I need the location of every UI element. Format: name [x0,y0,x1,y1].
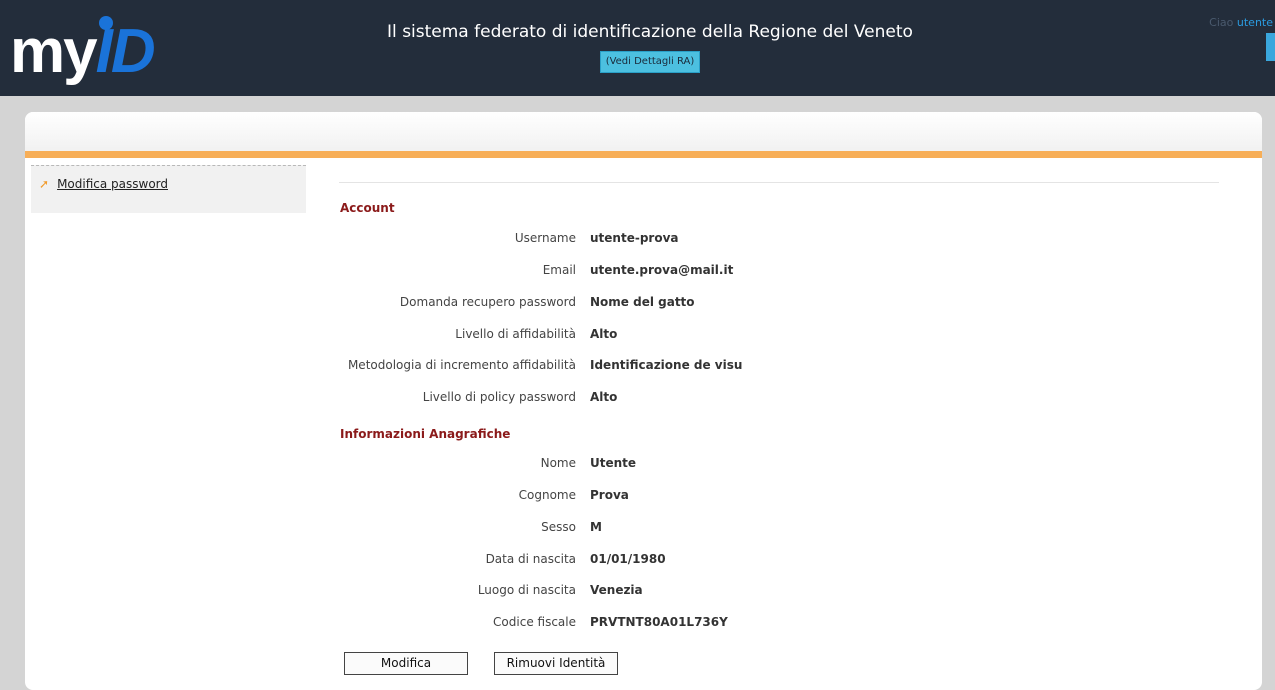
field-value: Prova [590,488,629,502]
main-card: ➚ Modifica password Account Username uten… [25,112,1262,690]
field-label: Livello di policy password [422,390,576,404]
field-label: Livello di affidabilità [455,327,576,341]
greeting-text: Ciao [1209,16,1234,29]
field-row-tax-code: Codice fiscale PRVTNT80A01L736Y [25,615,1262,633]
user-greeting: Ciao utente [1209,16,1273,29]
field-row-birth-date: Data di nascita 01/01/1980 [25,552,1262,570]
field-value: 01/01/1980 [590,552,666,566]
field-label: Nome [540,456,576,470]
field-label: Cognome [518,488,576,502]
user-menu-tab[interactable] [1266,33,1275,61]
field-row-username: Username utente-prova [25,231,1262,249]
section-title-anagrafica: Informazioni Anagrafiche [340,427,511,441]
sidebar-item-label[interactable]: Modifica password [57,177,168,191]
header-bar: myID Il sistema federato di identificazi… [0,0,1275,96]
field-label: Sesso [541,520,576,534]
field-value: Utente [590,456,637,470]
field-value: utente-prova [590,231,679,245]
modifica-button[interactable]: Modifica [344,652,468,675]
header-title: Il sistema federato di identificazione d… [387,22,913,42]
field-value: Alto [590,390,618,404]
field-row-security-question: Domanda recupero password Nome del gatto [25,295,1262,313]
field-row-trust-method: Metodologia di incremento affidabilità I… [25,358,1262,376]
field-value: M [590,520,602,534]
content-divider [339,182,1219,183]
field-label: Email [542,263,576,277]
rimuovi-identita-button[interactable]: Rimuovi Identità [494,652,618,675]
field-value: Nome del gatto [590,295,695,309]
field-row-nome: Nome Utente [25,456,1262,474]
view-ra-details-button[interactable]: (Vedi Dettagli RA) [600,51,700,73]
field-label: Domanda recupero password [399,295,576,309]
field-row-sesso: Sesso M [25,520,1262,538]
field-value: utente.prova@mail.it [590,263,734,277]
field-label: Username [514,231,576,245]
sidebar: ➚ Modifica password [31,165,306,213]
section-title-account: Account [340,201,395,215]
field-label: Codice fiscale [493,615,576,629]
field-label: Metodologia di incremento affidabilità [347,358,576,372]
field-row-cognome: Cognome Prova [25,488,1262,506]
card-top-strip [25,112,1262,153]
orange-accent-bar [25,151,1262,158]
sidebar-item-modifica-password[interactable]: ➚ Modifica password [39,177,168,191]
field-label: Data di nascita [485,552,576,566]
field-value: Alto [590,327,618,341]
username-link[interactable]: utente [1237,16,1273,29]
field-value: Venezia [590,583,643,597]
field-row-birth-place: Luogo di nascita Venezia [25,583,1262,601]
field-row-email: Email utente.prova@mail.it [25,263,1262,281]
arrow-icon: ➚ [39,177,50,191]
field-row-trust-level: Livello di affidabilità Alto [25,327,1262,345]
field-label: Luogo di nascita [477,583,576,597]
field-value: Identificazione de visu [590,358,743,372]
field-row-password-policy: Livello di policy password Alto [25,390,1262,408]
field-value: PRVTNT80A01L736Y [590,615,728,629]
